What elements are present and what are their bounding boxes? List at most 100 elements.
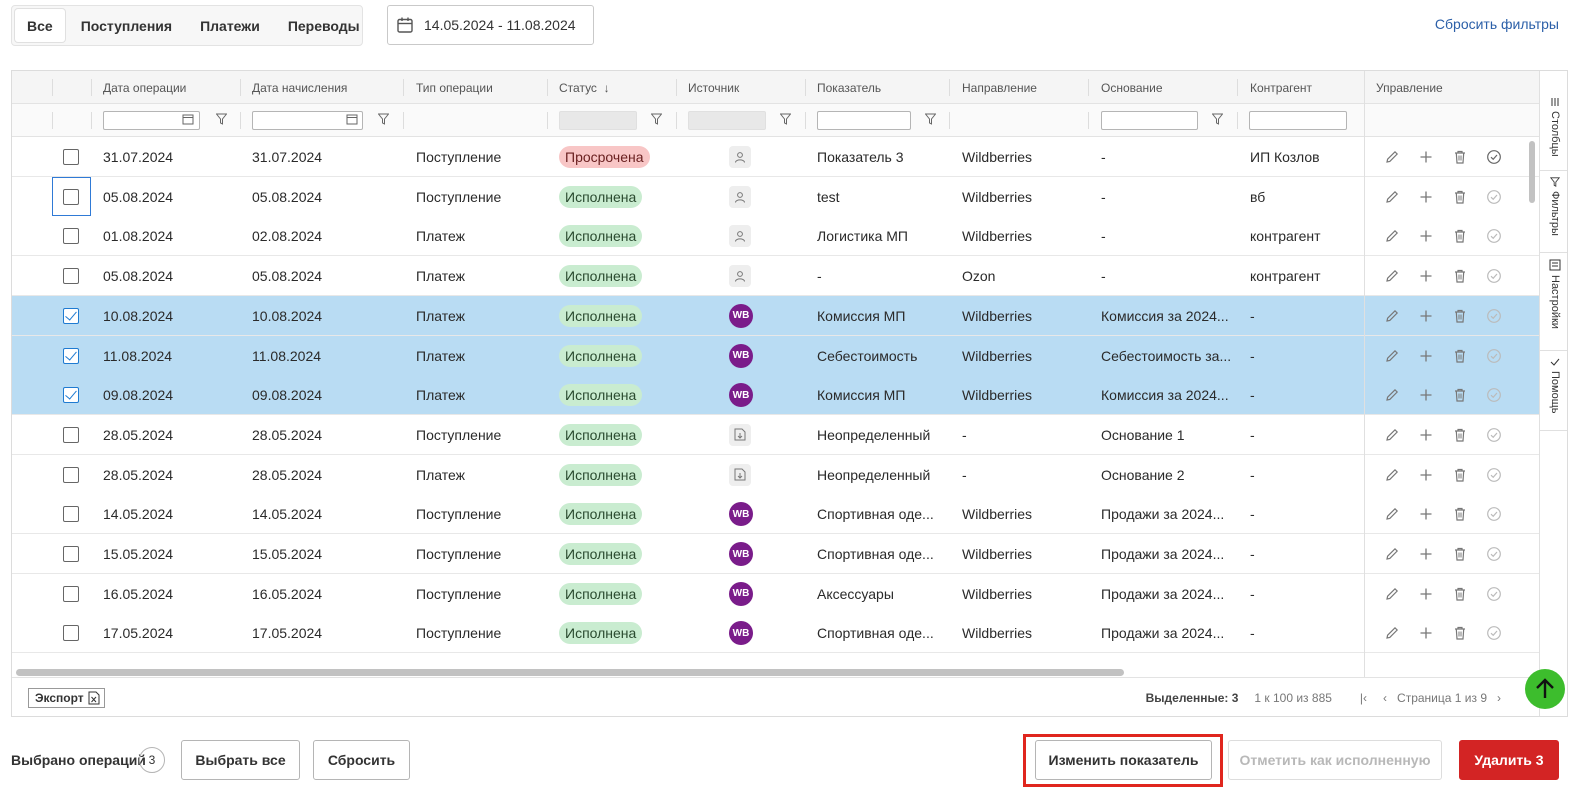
filter-funnel-icon[interactable]	[216, 113, 227, 125]
trash-icon[interactable]	[1452, 467, 1468, 483]
col-counterparty[interactable]: Контрагент	[1242, 71, 1312, 104]
mark-done-icon[interactable]	[1486, 149, 1502, 165]
add-icon[interactable]	[1418, 149, 1434, 165]
filter-funnel-icon[interactable]	[1212, 113, 1223, 125]
add-icon[interactable]	[1418, 228, 1434, 244]
prev-page-icon[interactable]: ‹	[1383, 691, 1387, 705]
row-checkbox[interactable]	[63, 506, 79, 523]
col-op-date[interactable]: Дата операции	[95, 71, 186, 104]
trash-icon[interactable]	[1452, 625, 1468, 641]
side-tab-settings[interactable]: Настройки	[1540, 253, 1567, 351]
edit-icon[interactable]	[1384, 625, 1400, 641]
table-row[interactable]: 15.05.2024 15.05.2024 Поступление Исполнена…	[12, 534, 1539, 574]
col-source[interactable]: Источник	[680, 71, 739, 104]
tab-payments[interactable]: Платежи	[188, 9, 272, 42]
edit-icon[interactable]	[1384, 348, 1400, 364]
col-type[interactable]: Тип операции	[408, 71, 493, 104]
tab-transfers[interactable]: Переводы	[276, 9, 372, 42]
filter-counterparty-input[interactable]	[1249, 111, 1347, 130]
add-icon[interactable]	[1418, 387, 1434, 403]
row-checkbox[interactable]	[63, 307, 79, 324]
next-page-icon[interactable]: ›	[1497, 691, 1501, 705]
vertical-scrollbar[interactable]	[1529, 141, 1535, 203]
row-checkbox[interactable]	[63, 466, 79, 483]
row-checkbox[interactable]	[63, 347, 79, 364]
row-checkbox[interactable]	[63, 149, 79, 165]
filter-funnel-icon[interactable]	[378, 113, 389, 125]
edit-icon[interactable]	[1384, 427, 1400, 443]
col-status[interactable]: Статус ↓	[551, 71, 610, 104]
table-row[interactable]: 11.08.2024 11.08.2024 Платеж Исполнена WB Себ…	[12, 335, 1539, 376]
table-row[interactable]: 10.08.2024 10.08.2024 Платеж Исполнена WB Ком…	[12, 295, 1539, 336]
trash-icon[interactable]	[1452, 348, 1468, 364]
edit-icon[interactable]	[1384, 228, 1400, 244]
edit-icon[interactable]	[1384, 149, 1400, 165]
trash-icon[interactable]	[1452, 308, 1468, 324]
trash-icon[interactable]	[1452, 506, 1468, 522]
table-row[interactable]: 28.05.2024 28.05.2024 Поступление Исполнена…	[12, 414, 1539, 455]
trash-icon[interactable]	[1452, 427, 1468, 443]
edit-icon[interactable]	[1384, 387, 1400, 403]
row-checkbox[interactable]	[63, 625, 79, 642]
select-all-button[interactable]: Выбрать все	[181, 740, 300, 780]
edit-icon[interactable]	[1384, 467, 1400, 483]
row-checkbox[interactable]	[63, 268, 79, 285]
add-icon[interactable]	[1418, 546, 1434, 562]
side-tab-help[interactable]: Помощь	[1540, 351, 1567, 431]
add-icon[interactable]	[1418, 348, 1434, 364]
filter-funnel-icon[interactable]	[651, 113, 662, 125]
row-checkbox[interactable]	[63, 188, 79, 205]
table-row[interactable]: 28.05.2024 28.05.2024 Платеж Исполнена Неопр…	[12, 454, 1539, 495]
trash-icon[interactable]	[1452, 546, 1468, 562]
table-row[interactable]: 09.08.2024 09.08.2024 Платеж Исполнена WB Ком…	[12, 375, 1539, 416]
col-acc-date[interactable]: Дата начисления	[244, 71, 347, 104]
tab-all[interactable]: Все	[15, 9, 65, 42]
calendar-icon[interactable]	[346, 113, 358, 125]
scroll-to-top-button[interactable]	[1525, 669, 1565, 709]
table-row[interactable]: 05.08.2024 05.08.2024 Платеж Исполнена - Ozon…	[12, 256, 1539, 297]
table-row[interactable]: 16.05.2024 16.05.2024 Поступление Исполнена…	[12, 573, 1539, 614]
edit-icon[interactable]	[1384, 586, 1400, 602]
add-icon[interactable]	[1418, 625, 1434, 641]
horizontal-scrollbar[interactable]	[16, 669, 1124, 676]
trash-icon[interactable]	[1452, 586, 1468, 602]
filter-funnel-icon[interactable]	[925, 113, 936, 125]
reset-selection-button[interactable]: Сбросить	[313, 740, 410, 780]
date-range-picker[interactable]: 14.05.2024 - 11.08.2024	[387, 5, 594, 45]
add-icon[interactable]	[1418, 268, 1434, 284]
table-row[interactable]: 14.05.2024 14.05.2024 Поступление Исполнена…	[12, 494, 1539, 535]
filter-metric-input[interactable]	[817, 111, 911, 130]
reset-filters-link[interactable]: Сбросить фильтры	[1435, 16, 1559, 32]
table-row[interactable]: 05.08.2024 05.08.2024 Поступление Исполнена…	[12, 176, 1539, 217]
first-page-icon[interactable]: |‹	[1360, 691, 1367, 705]
side-tab-filters[interactable]: Фильтры	[1540, 171, 1567, 253]
table-row[interactable]: 17.05.2024 17.05.2024 Поступление Исполнена…	[12, 613, 1539, 654]
edit-icon[interactable]	[1384, 268, 1400, 284]
col-metric[interactable]: Показатель	[809, 71, 881, 104]
trash-icon[interactable]	[1452, 387, 1468, 403]
row-checkbox[interactable]	[63, 585, 79, 602]
add-icon[interactable]	[1418, 506, 1434, 522]
add-icon[interactable]	[1418, 189, 1434, 205]
edit-icon[interactable]	[1384, 546, 1400, 562]
side-tab-columns[interactable]: Столбцы	[1540, 93, 1567, 171]
row-checkbox[interactable]	[63, 228, 79, 245]
tab-incomes[interactable]: Поступления	[69, 9, 184, 42]
filter-basis-input[interactable]	[1101, 111, 1198, 130]
add-icon[interactable]	[1418, 586, 1434, 602]
filter-funnel-icon[interactable]	[780, 113, 791, 125]
edit-icon[interactable]	[1384, 189, 1400, 205]
row-checkbox[interactable]	[63, 546, 79, 562]
col-basis[interactable]: Основание	[1093, 71, 1163, 104]
add-icon[interactable]	[1418, 308, 1434, 324]
edit-icon[interactable]	[1384, 506, 1400, 522]
add-icon[interactable]	[1418, 427, 1434, 443]
row-checkbox[interactable]	[63, 387, 79, 404]
edit-icon[interactable]	[1384, 308, 1400, 324]
export-button[interactable]: Экспорт	[28, 688, 105, 708]
trash-icon[interactable]	[1452, 189, 1468, 205]
trash-icon[interactable]	[1452, 149, 1468, 165]
table-row[interactable]: 01.08.2024 02.08.2024 Платеж Исполнена Логис…	[12, 216, 1539, 257]
col-direction[interactable]: Направление	[954, 71, 1037, 104]
row-checkbox[interactable]	[63, 426, 79, 443]
